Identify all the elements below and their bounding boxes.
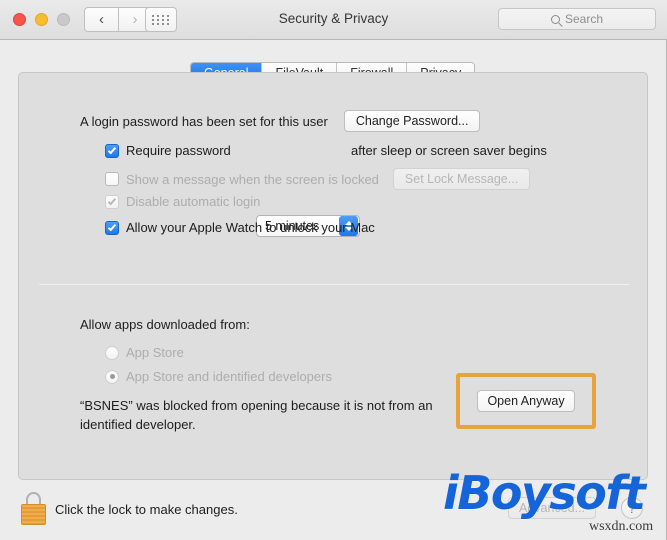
gatekeeper-heading: Allow apps downloaded from:: [80, 317, 250, 332]
app-store-radio: [105, 345, 119, 360]
blocked-app-message-line2: identified developer.: [80, 417, 196, 432]
open-anyway-button[interactable]: Open Anyway: [477, 390, 575, 412]
source-label: wsxdn.com: [589, 519, 654, 534]
blocked-app-message-line1: “BSNES” was blocked from opening because…: [80, 398, 433, 413]
app-store-identified-developers-label: App Store and identified developers: [126, 369, 332, 384]
show-lock-message-row: Show a message when the screen is locked…: [105, 168, 531, 190]
iboysoft-watermark: iBoysoft: [443, 466, 646, 520]
gatekeeper-option-identified-developers: App Store and identified developers: [105, 369, 332, 384]
require-password-label: Require password: [126, 143, 231, 158]
apple-watch-unlock-row: Allow your Apple Watch to unlock your Ma…: [105, 220, 375, 235]
disable-automatic-login-checkbox: [105, 194, 119, 209]
apple-watch-unlock-checkbox[interactable]: [105, 220, 119, 235]
security-privacy-window: ‹ › Security & Privacy Search General Fi…: [0, 0, 667, 540]
gatekeeper-heading-row: Allow apps downloaded from:: [80, 317, 250, 332]
padlock-body: [21, 504, 46, 525]
padlock-locked-icon[interactable]: [20, 492, 47, 526]
blocked-app-message-line2-row: identified developer.: [80, 417, 196, 432]
app-store-label: App Store: [126, 345, 184, 360]
general-settings-panel: A login password has been set for this u…: [18, 72, 648, 480]
blocked-app-message-line1-row: “BSNES” was blocked from opening because…: [80, 398, 433, 413]
change-password-button[interactable]: Change Password...: [343, 110, 481, 132]
disable-automatic-login-label: Disable automatic login: [126, 194, 261, 209]
set-lock-message-button: Set Lock Message...: [392, 168, 531, 190]
window-titlebar: ‹ › Security & Privacy Search: [0, 0, 667, 40]
require-password-suffix-row: after sleep or screen saver begins: [351, 143, 547, 158]
app-store-identified-developers-radio: [105, 369, 119, 384]
show-lock-message-checkbox: [105, 172, 119, 186]
disable-automatic-login-row: Disable automatic login: [105, 194, 260, 209]
search-placeholder: Search: [564, 12, 604, 26]
login-password-status: A login password has been set for this u…: [80, 113, 328, 129]
section-divider: [39, 284, 629, 285]
lock-hint-text: Click the lock to make changes.: [55, 502, 238, 517]
search-input[interactable]: Search: [498, 8, 656, 30]
show-lock-message-label: Show a message when the screen is locked: [126, 171, 379, 187]
search-icon: [550, 14, 560, 24]
apple-watch-unlock-label: Allow your Apple Watch to unlock your Ma…: [126, 220, 375, 235]
require-password-checkbox[interactable]: [105, 143, 119, 158]
require-password-suffix-label: after sleep or screen saver begins: [351, 143, 547, 158]
require-password-row: Require password: [105, 143, 231, 158]
login-password-row: A login password has been set for this u…: [80, 110, 481, 132]
gatekeeper-option-app-store: App Store: [105, 345, 184, 360]
